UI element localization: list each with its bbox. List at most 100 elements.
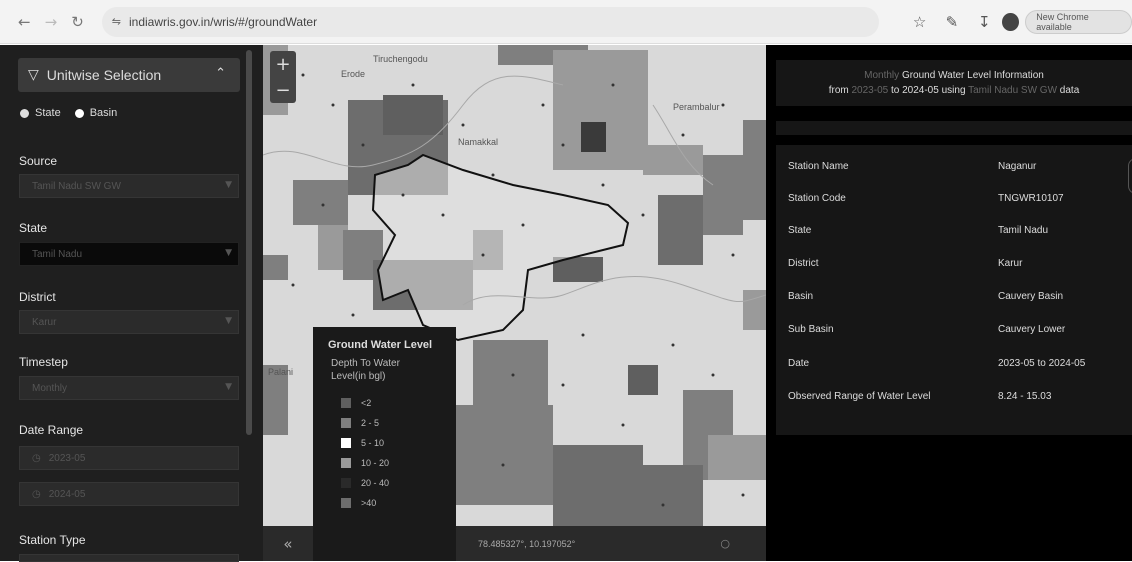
place-label: Perambalur: [673, 102, 720, 112]
basin-radio-label: Basin: [89, 107, 118, 119]
collapse-sidebar-button[interactable]: «: [263, 526, 313, 561]
legend-item: 20 - 40: [341, 473, 444, 493]
to-date-text: 2024-05: [902, 85, 939, 96]
info-row: Station Name Naganur: [776, 161, 1132, 181]
reload-icon[interactable]: ↻: [67, 11, 88, 33]
title-text: Ground Water Level Information: [901, 70, 1044, 81]
info-title-line2: from 2023-05 to 2024-05 using Tamil Nadu…: [776, 83, 1132, 98]
legend-label: 2 - 5: [361, 418, 380, 428]
info-row: Station Code TNGWR10107: [776, 193, 1132, 213]
info-key: Station Name: [788, 161, 849, 172]
state-radio-label: State: [35, 107, 61, 119]
legend-swatch: [341, 398, 351, 408]
section-title: Unitwise Selection: [46, 67, 162, 83]
state-value: Tamil Nadu: [32, 248, 83, 260]
date-to-value: 2024-05: [48, 488, 86, 500]
legend-title: Ground Water Level: [328, 339, 433, 351]
legend-item: 5 - 10: [341, 433, 444, 453]
info-row: District Karur: [776, 258, 1132, 278]
district-boundary: [371, 153, 630, 342]
place-label: Namakkal: [458, 137, 498, 147]
calendar-icon: ◷: [32, 488, 41, 500]
site-info-icon[interactable]: ⇋: [112, 15, 121, 28]
legend-label: 20 - 40: [361, 478, 390, 488]
info-divider: [776, 121, 1132, 135]
district-value: Karur: [32, 316, 57, 328]
info-key: Station Code: [788, 193, 846, 204]
location-pin-icon[interactable]: ○: [720, 537, 730, 550]
state-radio[interactable]: [20, 108, 29, 118]
info-key: State: [788, 225, 812, 236]
info-key: Basin: [788, 291, 814, 302]
timestep-select[interactable]: Monthly ▼: [19, 376, 239, 400]
zoom-in-button[interactable]: +: [270, 51, 296, 77]
district-label: District: [19, 290, 56, 304]
legend-label: >40: [361, 498, 377, 508]
title-text: to: [890, 85, 900, 96]
zoom-controls: + −: [270, 51, 296, 103]
legend-swatch: [341, 458, 351, 468]
info-key: District: [788, 258, 819, 269]
url-text: indiawris.gov.in/wris/#/groundWater: [129, 14, 318, 29]
info-row: Observed Range of Water Level 8.24 - 15.…: [776, 391, 1132, 411]
legend-swatch: [341, 418, 351, 428]
bookmark-star-icon[interactable]: ☆: [907, 9, 931, 35]
info-key: Observed Range of Water Level: [788, 391, 931, 402]
timestep-label: Timestep: [19, 355, 68, 369]
calendar-icon: ◷: [32, 452, 41, 464]
info-title-line1: Monthly Ground Water Level Information: [776, 68, 1132, 83]
chevron-down-icon: ▼: [225, 316, 232, 326]
place-label: Tiruchengodu: [373, 54, 428, 64]
zoom-out-button[interactable]: −: [270, 77, 296, 103]
source-text: Tamil Nadu SW GW: [968, 85, 1058, 96]
download-icon[interactable]: ↧: [972, 9, 996, 35]
date-from-input[interactable]: ◷ 2023-05: [19, 446, 239, 470]
info-row: Date 2023-05 to 2024-05: [776, 358, 1132, 378]
basin-radio[interactable]: [74, 108, 84, 118]
title-text: from: [828, 85, 849, 96]
station-type-label: Station Type: [19, 533, 86, 547]
timestep-value: Monthly: [32, 382, 68, 394]
timestep-text: Monthly: [864, 70, 900, 81]
date-range-label: Date Range: [19, 423, 84, 437]
selection-mode-radios: State Basin: [20, 107, 117, 119]
chevron-down-icon: ▼: [225, 382, 232, 392]
address-bar[interactable]: ⇋ indiawris.gov.in/wris/#/groundWater: [101, 6, 880, 37]
info-value: 8.24 - 15.03: [998, 391, 1052, 402]
source-value: Tamil Nadu SW GW: [32, 180, 121, 192]
source-select[interactable]: Tamil Nadu SW GW ▼: [19, 174, 239, 198]
filter-sidebar: ▽ Unitwise Selection ⌃ State Basin Sourc…: [0, 45, 263, 562]
legend-item: <2: [341, 393, 444, 413]
coordinate-text: 78.485327°, 10.197052°: [478, 538, 576, 549]
chevron-up-icon[interactable]: ⌃: [215, 66, 226, 81]
unitwise-selection-header[interactable]: ▽ Unitwise Selection ⌃: [18, 58, 240, 92]
sidebar-scrollbar[interactable]: [246, 50, 252, 435]
legend-label: 5 - 10: [361, 438, 385, 448]
legend-swatch: [341, 438, 351, 448]
extensions-icon[interactable]: ✎: [940, 9, 964, 35]
info-panel: Monthly Ground Water Level Information f…: [766, 45, 1132, 561]
legend-label: 10 - 20: [361, 458, 390, 468]
title-text: using: [941, 85, 966, 96]
info-row: State Tamil Nadu: [776, 225, 1132, 245]
forward-icon[interactable]: →: [41, 11, 62, 33]
state-select[interactable]: Tamil Nadu ▼: [19, 242, 239, 266]
info-row: Basin Cauvery Basin: [776, 291, 1132, 311]
place-label: Palani: [268, 367, 293, 377]
update-chrome-button[interactable]: New Chrome available: [1025, 9, 1132, 34]
info-key: Sub Basin: [788, 324, 834, 335]
profile-avatar[interactable]: [1002, 12, 1020, 31]
district-select[interactable]: Karur ▼: [19, 310, 239, 334]
info-title: Monthly Ground Water Level Information f…: [776, 60, 1132, 106]
state-label: State: [19, 221, 48, 235]
legend-swatch: [341, 478, 351, 488]
date-to-input[interactable]: ◷ 2024-05: [19, 482, 239, 506]
legend-items: <2 2 - 5 5 - 10 10 - 20 20 - 40 >40: [341, 393, 444, 513]
info-value: Cauvery Basin: [998, 291, 1064, 302]
groundwater-map[interactable]: Erode Tiruchengodu Namakkal Perambalur P…: [263, 45, 766, 561]
info-value: TNGWR10107: [998, 193, 1064, 204]
back-icon[interactable]: ←: [14, 11, 35, 33]
coordinate-readout: 78.485327°, 10.197052° ○: [456, 526, 766, 561]
date-from-value: 2023-05: [48, 452, 86, 464]
chevron-down-icon: ▼: [225, 248, 232, 258]
